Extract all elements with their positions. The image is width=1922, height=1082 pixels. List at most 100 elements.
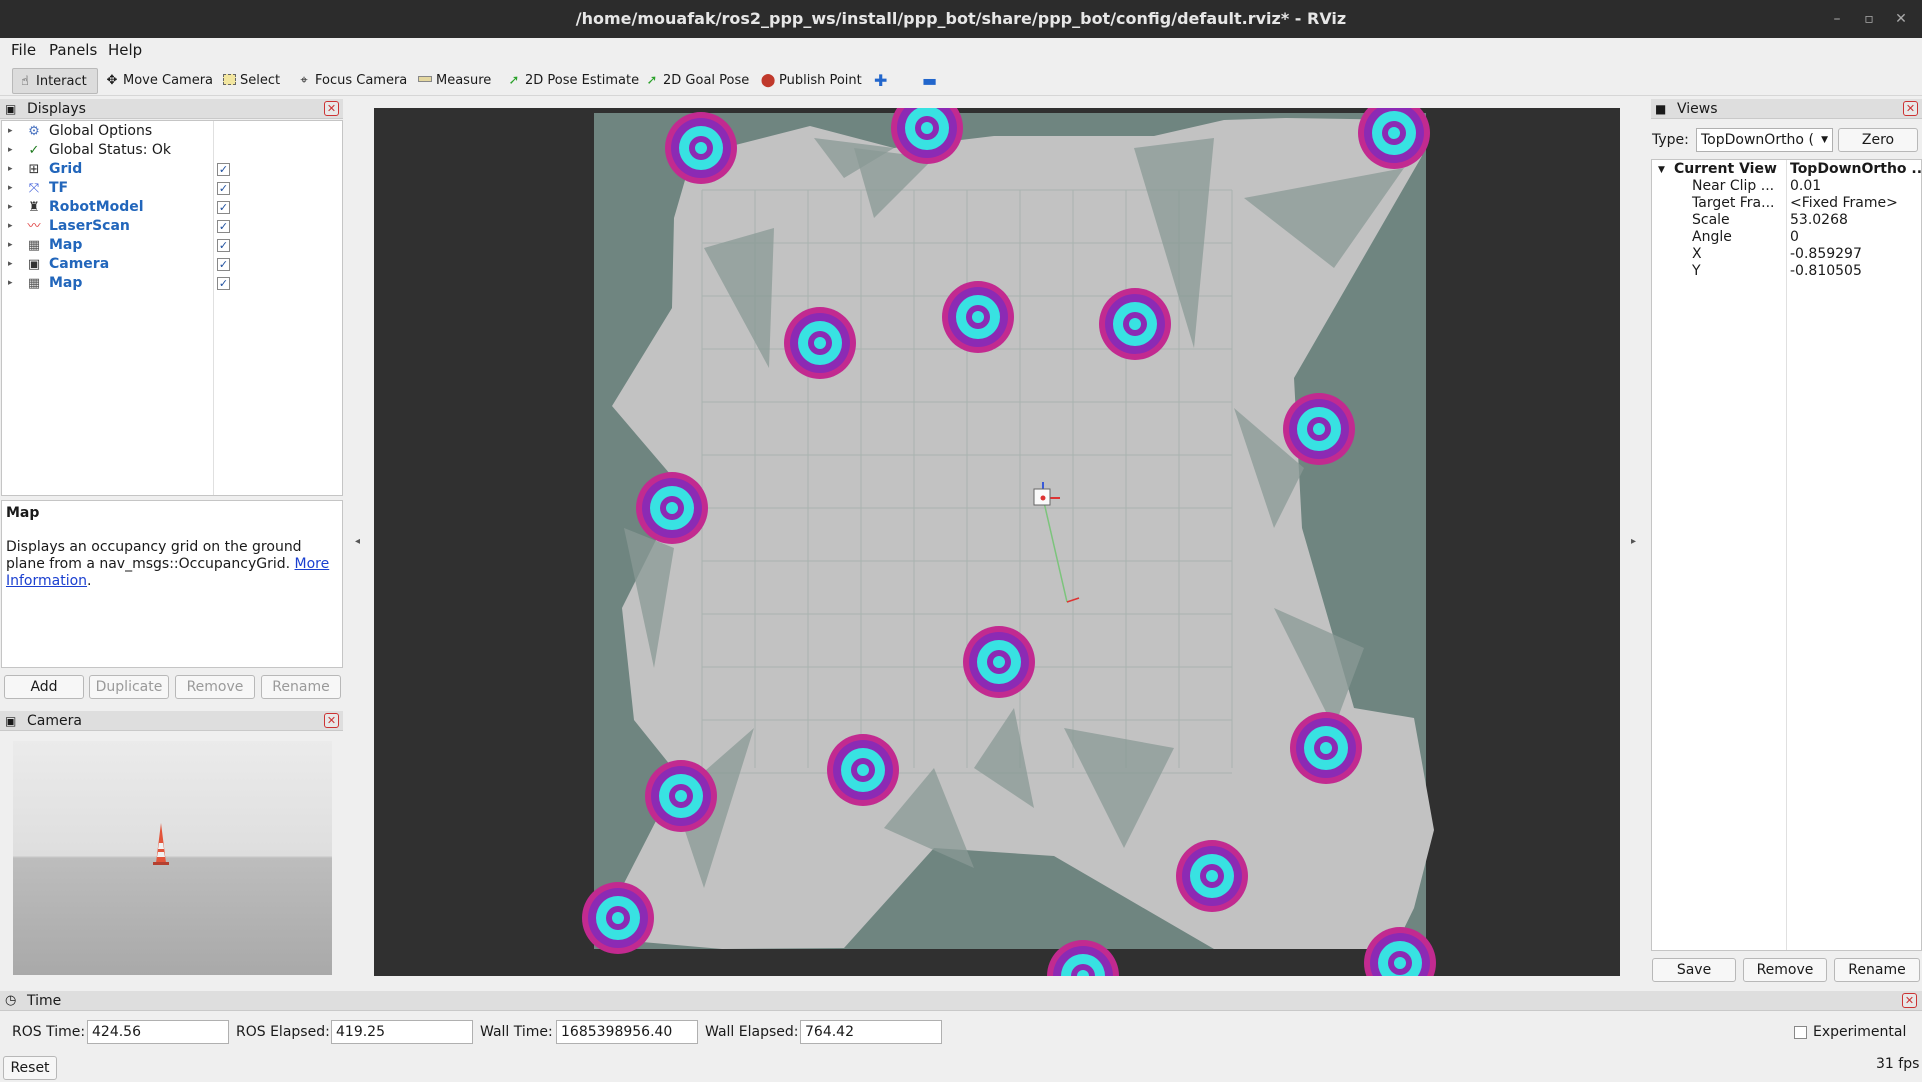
display-enable-checkbox[interactable]: ✓ [217,258,230,271]
occupancy-map[interactable] [374,92,1620,1012]
render-view[interactable] [374,92,1620,1012]
select-icon [221,68,237,94]
collapse-left-icon[interactable]: ◂ [355,108,367,976]
select-tool[interactable]: Select [217,68,280,94]
view-prop-value[interactable]: TopDownOrtho ... [1790,161,1922,178]
select-label: Select [240,73,281,88]
laser-scan-ring [921,122,933,134]
menu-help[interactable]: Help [108,41,142,59]
view-prop-value[interactable]: 0 [1790,229,1799,246]
display-item[interactable]: ▸ ▦ Map ✓ [2,236,342,255]
display-item[interactable]: ▸ ♜ RobotModel ✓ [2,198,342,217]
hand-icon: ☝ [21,74,29,89]
collapse-right-icon[interactable]: ▸ [1631,108,1643,976]
publish-point-label: Publish Point [779,73,862,88]
view-properties: Current View TopDownOrtho ... Near Clip ..… [1651,159,1922,951]
publish-point-tool[interactable]: ⬤ Publish Point [756,68,862,94]
display-item[interactable]: ▸ ⚙ Global Options [2,122,342,141]
robot-icon: ♜ [28,200,40,215]
view-prop-name: Current View [1674,161,1777,177]
display-enable-checkbox[interactable]: ✓ [217,201,230,214]
display-item-label: Global Status: Ok [49,142,172,158]
view-prop-name: Angle [1692,229,1732,245]
measure-tool[interactable]: Measure [413,68,491,94]
close-icon[interactable]: ✕ [1886,0,1916,38]
monitor-icon: ▣ [5,102,17,116]
rename-display-button[interactable]: Rename [261,675,341,699]
goal-pose-label: 2D Goal Pose [663,73,750,88]
remove-display-button[interactable]: Remove [175,675,255,699]
display-item-label: Global Options [49,123,153,139]
display-enable-checkbox[interactable]: ✓ [217,182,230,195]
display-item-label: Map [49,237,83,253]
more-link[interactable]: More [295,556,330,572]
ros-time-field[interactable]: 424.56 [87,1020,229,1044]
display-item[interactable]: ▸ ▦ Map ✓ [2,274,342,293]
interact-tool[interactable]: ☝ Interact [12,68,98,94]
display-enable-checkbox[interactable]: ✓ [217,239,230,252]
view-prop-name: Near Clip ... [1692,178,1775,194]
duplicate-button[interactable]: Duplicate [89,675,169,699]
view-prop-name: X [1692,246,1702,262]
expand-arrow-icon[interactable]: ▸ [8,274,13,293]
ros-time-label: ROS Time: [12,1024,86,1040]
displays-close-icon[interactable]: ✕ [324,101,339,116]
time-header: ◷ Time ✕ [0,991,1922,1011]
remove-view-button[interactable]: Remove [1743,958,1827,982]
display-item[interactable]: ▸ ✓ Global Status: Ok [2,141,342,160]
display-item[interactable]: ▸ 〰 LaserScan ✓ [2,217,342,236]
view-prop-value[interactable]: 0.01 [1790,178,1821,195]
view-prop-value[interactable]: <Fixed Frame> [1790,195,1898,212]
collapse-arrow-icon[interactable]: ▼ [1658,162,1665,179]
expand-arrow-icon[interactable]: ▸ [8,160,13,179]
time-close-icon[interactable]: ✕ [1902,993,1917,1008]
laserscan-icon: 〰 [27,219,41,234]
laser-scan-ring [972,311,984,323]
expand-arrow-icon[interactable]: ▸ [8,122,13,141]
zero-button[interactable]: Zero [1838,128,1918,152]
view-type-select[interactable]: TopDownOrtho ( ▼ [1696,128,1833,152]
focus-icon: ⌖ [300,73,308,88]
add-button[interactable]: Add [4,675,84,699]
ros-elapsed-field[interactable]: 419.25 [331,1020,473,1044]
camera-icon: ▣ [27,257,41,272]
view-prop-value[interactable]: 53.0268 [1790,212,1848,229]
menu-panels[interactable]: Panels [49,41,97,59]
focus-camera-tool[interactable]: ⌖ Focus Camera [292,68,407,94]
display-item-label: Grid [49,161,83,177]
minimize-icon[interactable]: – [1822,0,1852,38]
information-link[interactable]: Information [6,573,87,589]
display-enable-checkbox[interactable]: ✓ [217,277,230,290]
expand-arrow-icon[interactable]: ▸ [8,236,13,255]
camera-image [13,741,332,975]
expand-arrow-icon[interactable]: ▸ [8,198,13,217]
view-prop-value[interactable]: -0.810505 [1790,263,1862,280]
camera-close-icon[interactable]: ✕ [324,713,339,728]
expand-arrow-icon[interactable]: ▸ [8,141,13,160]
save-view-button[interactable]: Save [1652,958,1736,982]
wall-elapsed-field[interactable]: 764.42 [800,1020,942,1044]
maximize-icon[interactable]: ▫ [1854,0,1884,38]
wall-time-field[interactable]: 1685398956.40 [556,1020,698,1044]
expand-arrow-icon[interactable]: ▸ [8,255,13,274]
expand-arrow-icon[interactable]: ▸ [8,217,13,236]
rename-view-button[interactable]: Rename [1834,958,1920,982]
expand-arrow-icon[interactable]: ▸ [8,179,13,198]
laser-scan-ring [857,764,869,776]
display-item[interactable]: ▸ ⊞ Grid ✓ [2,160,342,179]
add-tool-icon[interactable]: ✚ [870,68,887,94]
display-item[interactable]: ▸ ⤧ TF ✓ [2,179,342,198]
display-item[interactable]: ▸ ▣ Camera ✓ [2,255,342,274]
reset-button[interactable]: Reset [3,1056,57,1080]
display-enable-checkbox[interactable]: ✓ [217,220,230,233]
view-prop-value[interactable]: -0.859297 [1790,246,1862,263]
goal-pose-tool[interactable]: ➚ 2D Goal Pose [640,68,750,94]
remove-tool-icon[interactable]: ▬ [918,68,937,94]
pose-estimate-tool[interactable]: ➚ 2D Pose Estimate [502,68,640,94]
clock-icon: ◷ [5,993,17,1008]
views-close-icon[interactable]: ✕ [1903,101,1918,116]
move-camera-tool[interactable]: ✥ Move Camera [100,68,213,94]
menu-file[interactable]: File [11,41,36,59]
experimental-checkbox[interactable] [1794,1026,1807,1039]
display-enable-checkbox[interactable]: ✓ [217,163,230,176]
